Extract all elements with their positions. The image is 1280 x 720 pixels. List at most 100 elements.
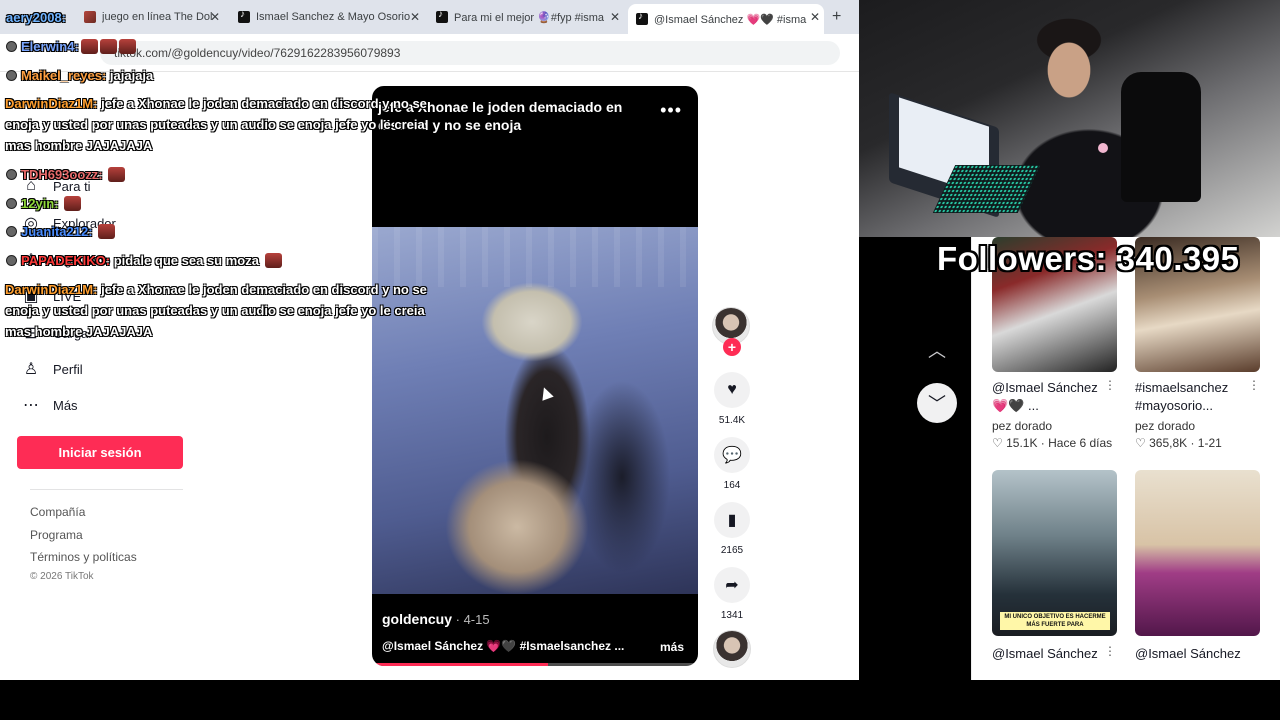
recommendation-meta: ♡ 15.1K · Hace 6 días [992, 436, 1113, 450]
share-icon: ➦ [725, 577, 739, 594]
video-progress-bar[interactable] [372, 663, 698, 666]
follow-plus-icon[interactable]: + [723, 338, 741, 356]
chat-username: DarwinDiaz1M: [5, 96, 98, 111]
recommendation-title-line: @Ismael Sánchez [992, 380, 1098, 395]
tab-game[interactable]: juego en línea The Dol ✕ [84, 4, 224, 30]
chat-text: jajajaja [109, 68, 154, 83]
tab-title: Ismael Sanchez & Mayo Osorio [256, 11, 411, 23]
chat-username: Juanita212: [21, 224, 93, 239]
chat-username: Maikel_reyes: [21, 68, 107, 83]
recommendation-title[interactable]: @Ismael Sánchez [992, 645, 1102, 663]
chat-username: DarwinDiaz1M: [5, 282, 98, 297]
comment-button[interactable]: 💬 [714, 437, 750, 473]
url-input[interactable]: tiktok.com/@goldencuy/video/762916228395… [100, 41, 840, 65]
tab-para-mi[interactable]: Para mi el mejor 🔮#fyp #isma ✕ [436, 4, 624, 30]
recommendation-subtitle: pez dorado [1135, 419, 1196, 433]
chevron-up-icon: ︿ [928, 341, 946, 361]
next-video-button[interactable]: ﹀ [917, 383, 957, 423]
chat-message: DarwinDiaz1M: jefe a Xhonae le joden dem… [5, 93, 445, 156]
more-link[interactable]: más [660, 640, 684, 654]
tiktok-favicon-icon [238, 9, 250, 23]
profile-icon: ♙ [23, 361, 39, 378]
chat-message: aery2008: [6, 7, 66, 28]
recommendation-title[interactable]: #ismaelsanchez #mayosorio... [1135, 379, 1245, 415]
tab-active[interactable]: @Ismael Sánchez 💗🖤 #isma ✕ [628, 4, 824, 34]
emote-icon [99, 39, 117, 54]
new-tab-icon[interactable]: + [832, 8, 841, 26]
webcam-feed [859, 0, 1280, 237]
sidebar-item-mas[interactable]: ⋯ Más [20, 394, 78, 416]
chat-message: Maikel_reyes: jajajaja [6, 65, 153, 86]
save-button[interactable]: ▮ [714, 502, 750, 538]
video-menu-icon[interactable]: ••• [660, 100, 682, 121]
recommendation-title-line: 💗🖤 ... [992, 398, 1039, 413]
comment-icon: 💬 [722, 447, 742, 464]
chat-username: 12yin: [21, 196, 59, 211]
tab-bar: juego en línea The Dol ✕ Ismael Sanchez … [0, 0, 859, 34]
shirt-logo-icon [1098, 143, 1108, 153]
chat-message: PAPADEKIKO: pidale que sea su moza [6, 250, 282, 271]
recommendation-title[interactable]: @Ismael Sánchez 💗🖤 ... [992, 379, 1102, 415]
close-tab-icon[interactable]: ✕ [610, 10, 620, 24]
close-tab-icon[interactable]: ✕ [210, 10, 220, 24]
footer-link-terminos[interactable]: Términos y políticas [30, 550, 137, 564]
badge-icon [6, 226, 17, 237]
footer-link-compania[interactable]: Compañía [30, 505, 85, 519]
emote-icon [98, 224, 116, 239]
share-button[interactable]: ➦ [714, 567, 750, 603]
kebab-menu-icon[interactable]: ⋮ [1104, 644, 1116, 658]
recommendation-title[interactable]: @Ismael Sánchez [1135, 645, 1245, 663]
gaming-chair [1121, 72, 1201, 202]
tab-title: @Ismael Sánchez 💗🖤 #isma [654, 13, 807, 26]
chat-username: aery2008: [6, 10, 66, 25]
kebab-menu-icon[interactable]: ⋮ [1248, 378, 1260, 392]
recommendation-thumbnail[interactable]: MI UNICO OBJETIVO ES HACERME MÁS FUERTE … [992, 470, 1117, 636]
tiktok-favicon-icon [436, 9, 448, 23]
kebab-menu-icon[interactable]: ⋮ [1104, 378, 1116, 392]
sidebar-item-label: Más [53, 397, 78, 413]
recommendation-thumbnail[interactable] [1135, 470, 1260, 636]
footer-link-programa[interactable]: Programa [30, 528, 83, 542]
tab-title: Para mi el mejor 🔮#fyp #isma [454, 11, 605, 24]
heart-icon: ♥ [727, 381, 737, 398]
chat-message: DarwinDiaz1M: jefe a Xhonae le joden dem… [5, 279, 445, 342]
recommendation-title-line: #mayosorio... [1135, 398, 1214, 413]
chat-username: Elerwin4: [21, 39, 79, 54]
video-author[interactable]: goldencuy · 4-15 [382, 611, 490, 627]
chat-username: TDH693oozz: [21, 167, 103, 182]
video-player[interactable]: jefe a Xhonae le joden demaciado en disc… [372, 86, 698, 666]
emote-icon [80, 39, 98, 54]
sidebar-item-label: Perfil [53, 361, 83, 377]
tiktok-favicon-icon [636, 11, 648, 25]
chat-message: 12yin: [6, 193, 82, 214]
badge-icon [6, 41, 17, 52]
recommendation-subtitle: pez dorado [992, 419, 1053, 433]
video-date: · 4-15 [452, 612, 490, 627]
thumbnail-caption: MI UNICO OBJETIVO ES HACERME MÁS FUERTE … [1000, 612, 1110, 630]
recommendation-meta: ♡ 365,8K · 1-21 [1135, 436, 1222, 450]
badge-icon [6, 169, 17, 180]
like-count: 51.4K [718, 415, 746, 426]
badge-icon [6, 198, 17, 209]
login-button[interactable]: Iniciar sesión [17, 436, 183, 469]
sidebar-item-perfil[interactable]: ♙ Perfil [20, 358, 83, 380]
author-name[interactable]: goldencuy [382, 611, 452, 627]
close-tab-icon[interactable]: ✕ [810, 10, 820, 24]
chevron-down-icon: ﹀ [928, 394, 946, 414]
save-count: 2165 [720, 545, 744, 556]
like-button[interactable]: ♥ [714, 372, 750, 408]
chat-message: Elerwin4: [6, 36, 136, 57]
video-description: @Ismael Sánchez 💗🖤 #Ismaelsanchez ... [382, 639, 625, 653]
chat-username: PAPADEKIKO: [21, 253, 111, 268]
bookmark-icon: ▮ [727, 512, 737, 529]
music-avatar[interactable] [713, 630, 751, 668]
followers-counter: Followers: 340.395 [937, 240, 1240, 277]
previous-video-button[interactable]: ︿ [917, 330, 957, 370]
close-tab-icon[interactable]: ✕ [410, 10, 420, 24]
emote-icon [64, 196, 82, 211]
emote-icon [264, 253, 282, 268]
chat-message: Juanita212: [6, 221, 116, 242]
tab-ismael-mayo[interactable]: Ismael Sanchez & Mayo Osorio ✕ [238, 4, 424, 30]
emote-icon [108, 167, 126, 182]
badge-icon [6, 255, 17, 266]
